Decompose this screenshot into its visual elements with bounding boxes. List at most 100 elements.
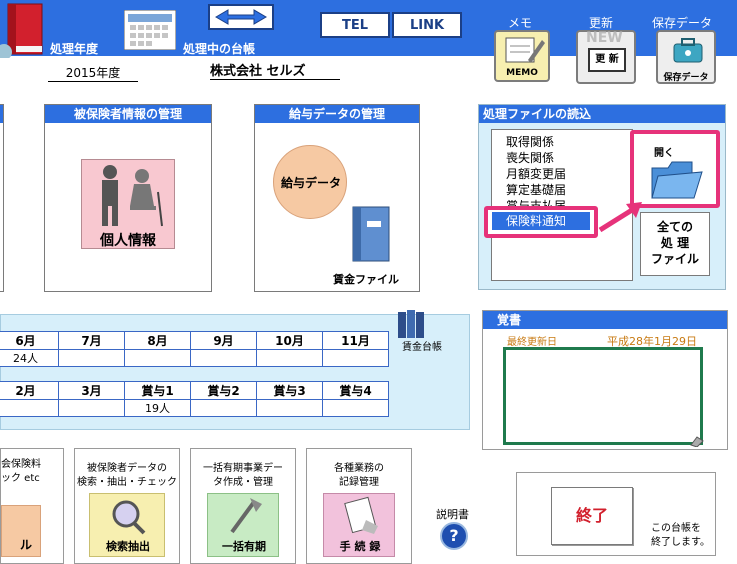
save-data-label: 保存データ (663, 73, 709, 83)
lump-sum-tile[interactable]: 一括有期事業デー タ作成・管理 一括有期 (190, 448, 296, 564)
elderly-couple-icon (102, 165, 163, 227)
manual-label: 説明書 (436, 508, 469, 521)
wage-ledger-button[interactable] (396, 306, 430, 340)
salary-data-button[interactable]: 給与データ (273, 145, 347, 219)
month-cell[interactable]: 11月 (322, 331, 389, 350)
insurance-check-tile[interactable]: 会保険料 ック etc ル (0, 448, 64, 564)
months-table-top: 6月 7月 8月 9月 10月 11月 24人 (0, 331, 389, 367)
personal-info-label: 個人情報 (100, 233, 156, 249)
exit-note: 終了します。 (651, 537, 710, 548)
count-cell: 24人 (0, 349, 59, 367)
tile-text: 各種業務の (334, 463, 384, 474)
count-cell (190, 399, 257, 417)
memo-panel: 覚書 最終更新日 平成28年1月29日 (482, 310, 728, 450)
month-cell[interactable]: 賞与4 (322, 381, 389, 400)
file-item[interactable]: 取得関係 (506, 134, 632, 150)
memo-button[interactable]: MEMO (494, 30, 550, 82)
fiscal-year-label: 処理年度 (50, 42, 99, 56)
count-cell (190, 349, 257, 367)
tile-label: 手 続 録 (339, 540, 381, 553)
salary-panel-title: 給与データの管理 (255, 105, 419, 123)
all-files-line2: 処 理 (660, 236, 690, 250)
swap-arrows-icon[interactable] (208, 4, 274, 30)
tile-label: 検索抽出 (106, 540, 150, 553)
wage-file-label: 賃金ファイル (333, 273, 399, 286)
exit-button[interactable]: 終了 (551, 487, 633, 545)
count-cell (322, 349, 389, 367)
count-cell (0, 399, 59, 417)
count-cell (256, 349, 323, 367)
pointer-arrow-icon (598, 202, 642, 233)
files-panel-title: 処理ファイルの読込 (479, 105, 725, 123)
fiscal-year-value: 2015年度 (48, 64, 138, 82)
selected-file-highlight[interactable]: 保険料通知 (484, 206, 598, 238)
tile-label: ル (20, 538, 33, 552)
binders-icon (398, 310, 424, 338)
tile-text: 会保険料 (1, 459, 41, 470)
wage-ledger-label: 賃金台帳 (402, 342, 442, 353)
month-cell[interactable]: 7月 (58, 331, 125, 350)
tile-text: 記録管理 (339, 477, 379, 488)
count-cell (322, 399, 389, 417)
month-cell[interactable]: 3月 (58, 381, 125, 400)
count-cell (124, 349, 191, 367)
personal-info-button[interactable]: 個人情報 (81, 159, 175, 249)
save-data-button[interactable]: 保存データ (656, 30, 716, 84)
all-files-line1: 全ての (656, 220, 693, 234)
tile-text: ック etc (1, 473, 40, 484)
memo-title: メモ (508, 16, 533, 30)
eraser-icon[interactable] (689, 435, 705, 447)
count-cell: 19人 (124, 399, 191, 417)
month-cell[interactable]: 8月 (124, 331, 191, 350)
file-item[interactable]: 月額変更届 (506, 166, 632, 182)
memo-text-area[interactable] (503, 347, 703, 445)
month-cell[interactable]: 賞与2 (190, 381, 257, 400)
tile-text: 被保険者データの (87, 463, 167, 474)
tile-text: 一括有期事業デー (203, 463, 283, 474)
selected-file-item[interactable]: 保険料通知 (492, 212, 590, 230)
help-icon[interactable]: ? (440, 522, 468, 550)
months-table-bottom: 2月 3月 賞与1 賞与2 賞与3 賞与4 19人 (0, 381, 389, 417)
procedure-record-tile[interactable]: 各種業務の 記録管理 手 続 録 (306, 448, 412, 564)
tile-text: 検索・抽出・チェック (77, 477, 177, 488)
month-cell[interactable]: 賞与3 (256, 381, 323, 400)
folder-open-icon (651, 161, 703, 199)
salary-panel: 給与データの管理 給与データ 賃金ファイル (254, 104, 420, 292)
tel-button[interactable]: TEL (320, 12, 390, 38)
exit-panel: 終了 この台帳を 終了します。 (516, 472, 716, 556)
binder-icon (352, 206, 390, 262)
exit-note: この台帳を (651, 523, 701, 534)
ledger-value: 株式会社 セルズ (210, 60, 340, 80)
wage-file-button[interactable] (347, 205, 395, 265)
search-extract-tile[interactable]: 被保険者データの 検索・抽出・チェック 検索抽出 (74, 448, 180, 564)
salary-data-label: 給与データ (280, 176, 341, 190)
calendar-icon[interactable] (123, 9, 177, 51)
update-button-label: 更 新 (588, 48, 626, 72)
memo-panel-title: 覚書 (483, 311, 727, 329)
magnifier-icon (112, 500, 146, 535)
briefcase-key-icon (673, 38, 703, 63)
save-title: 保存データ (652, 16, 713, 30)
insured-panel: 被保険者情報の管理 個人情報 (44, 104, 212, 292)
insured-panel-title: 被保険者情報の管理 (45, 105, 211, 123)
count-cell (58, 399, 125, 417)
count-cell (58, 349, 125, 367)
bonus-cell-selected[interactable]: 賞与1 (124, 381, 191, 400)
tile-label: 一括有期 (222, 540, 266, 553)
update-new-label: NEW (586, 30, 623, 46)
memo-button-label: MEMO (506, 68, 538, 78)
all-files-line3: ファイル (650, 252, 699, 266)
month-cell[interactable]: 10月 (256, 331, 323, 350)
file-item[interactable]: 喪失関係 (506, 150, 632, 166)
memo-pad-icon (505, 37, 545, 63)
month-cell[interactable]: 9月 (190, 331, 257, 350)
left-panel-edge (0, 104, 4, 292)
update-button[interactable]: NEW 更 新 (576, 30, 636, 84)
book-icon[interactable] (0, 0, 48, 60)
link-button[interactable]: LINK (392, 12, 462, 38)
month-cell[interactable]: 2月 (0, 381, 59, 400)
notebook-hand-icon (344, 496, 378, 534)
all-files-button[interactable]: 全ての 処 理 ファイル (640, 212, 710, 276)
update-title: 更新 (589, 16, 614, 30)
month-cell[interactable]: 6月 (0, 331, 59, 350)
